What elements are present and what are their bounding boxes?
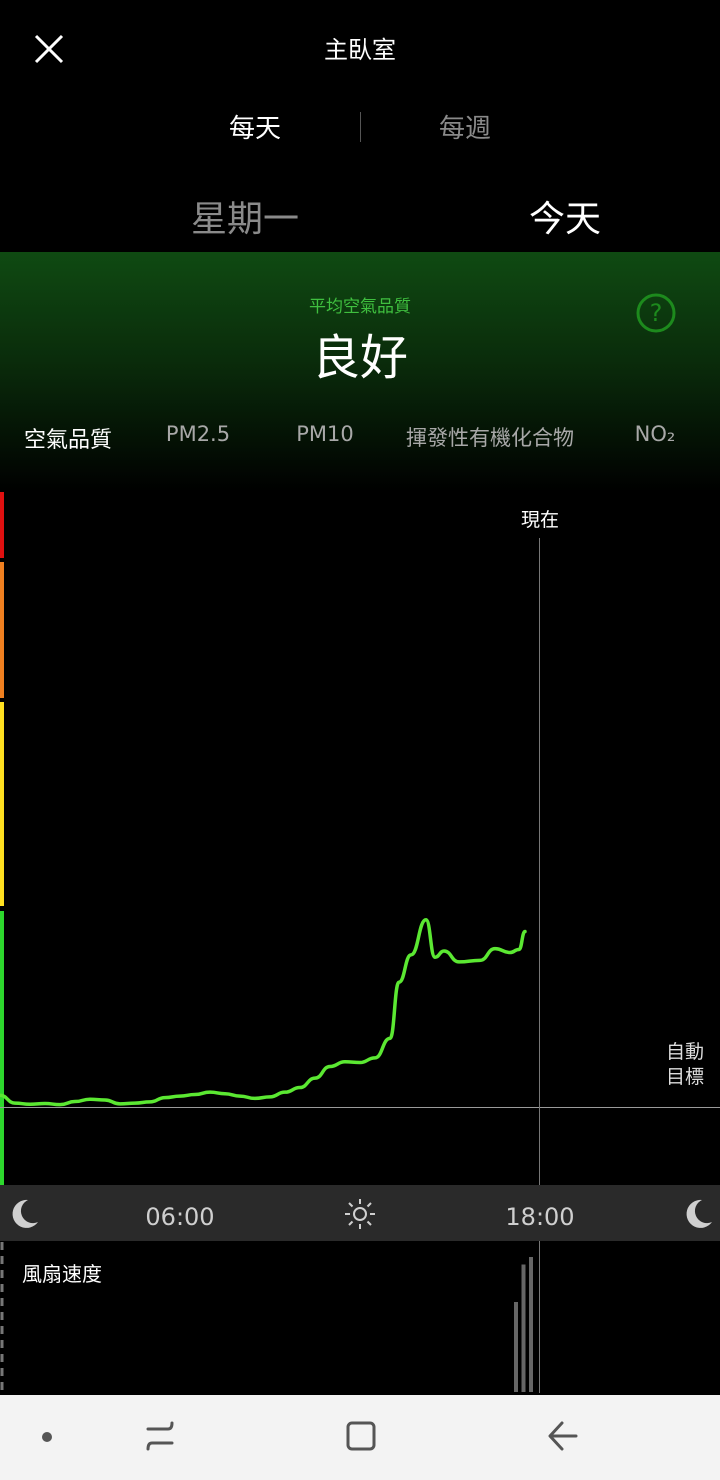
tab-weekly[interactable]: 每週 bbox=[410, 108, 520, 145]
back-arrow-icon[interactable] bbox=[542, 1415, 584, 1457]
air-quality-chart bbox=[0, 918, 527, 1107]
metric-tab-air-quality[interactable]: 空氣品質 bbox=[8, 422, 128, 454]
fan-bar bbox=[529, 1257, 533, 1392]
average-quality-label: 平均空氣品質 bbox=[309, 297, 411, 317]
moon-icon bbox=[680, 1196, 716, 1232]
average-quality-value: 良好 bbox=[311, 330, 408, 386]
now-label: 現在 bbox=[520, 509, 559, 531]
tab-daily[interactable]: 每天 bbox=[200, 108, 310, 145]
moon-icon bbox=[6, 1196, 42, 1232]
tick-label-0600: 06:00 bbox=[145, 1203, 215, 1231]
sun-icon bbox=[343, 1197, 377, 1231]
metric-tab-pm10[interactable]: PM10 bbox=[275, 422, 375, 446]
fan-speed-chart bbox=[514, 1257, 533, 1392]
question-circle-icon[interactable]: ? bbox=[636, 293, 676, 333]
fan-bar bbox=[521, 1264, 526, 1392]
recent-apps-icon[interactable] bbox=[140, 1415, 180, 1457]
day-current[interactable]: 今天 bbox=[470, 190, 660, 242]
auto-target-line2: 目標 bbox=[665, 1066, 704, 1088]
metric-tab-pm25[interactable]: PM2.5 bbox=[148, 422, 248, 446]
day-previous[interactable]: 星期一 bbox=[150, 190, 340, 242]
auto-target-line1: 自動 bbox=[665, 1041, 704, 1063]
room-title: 主臥室 bbox=[324, 36, 396, 64]
tab-divider bbox=[360, 112, 361, 142]
nav-indicator-dot bbox=[42, 1432, 52, 1442]
svg-text:?: ? bbox=[650, 299, 663, 327]
tick-label-1800: 18:00 bbox=[505, 1203, 575, 1231]
auto-target-label: 自動 目標 bbox=[655, 1040, 715, 1090]
target-line bbox=[0, 1107, 720, 1108]
metric-tab-no2[interactable]: NO₂ bbox=[610, 422, 700, 446]
series-line bbox=[0, 918, 527, 1107]
fan-bar bbox=[514, 1302, 518, 1392]
home-icon[interactable] bbox=[340, 1415, 382, 1457]
metric-tab-voc[interactable]: 揮發性有機化合物 bbox=[400, 422, 580, 452]
